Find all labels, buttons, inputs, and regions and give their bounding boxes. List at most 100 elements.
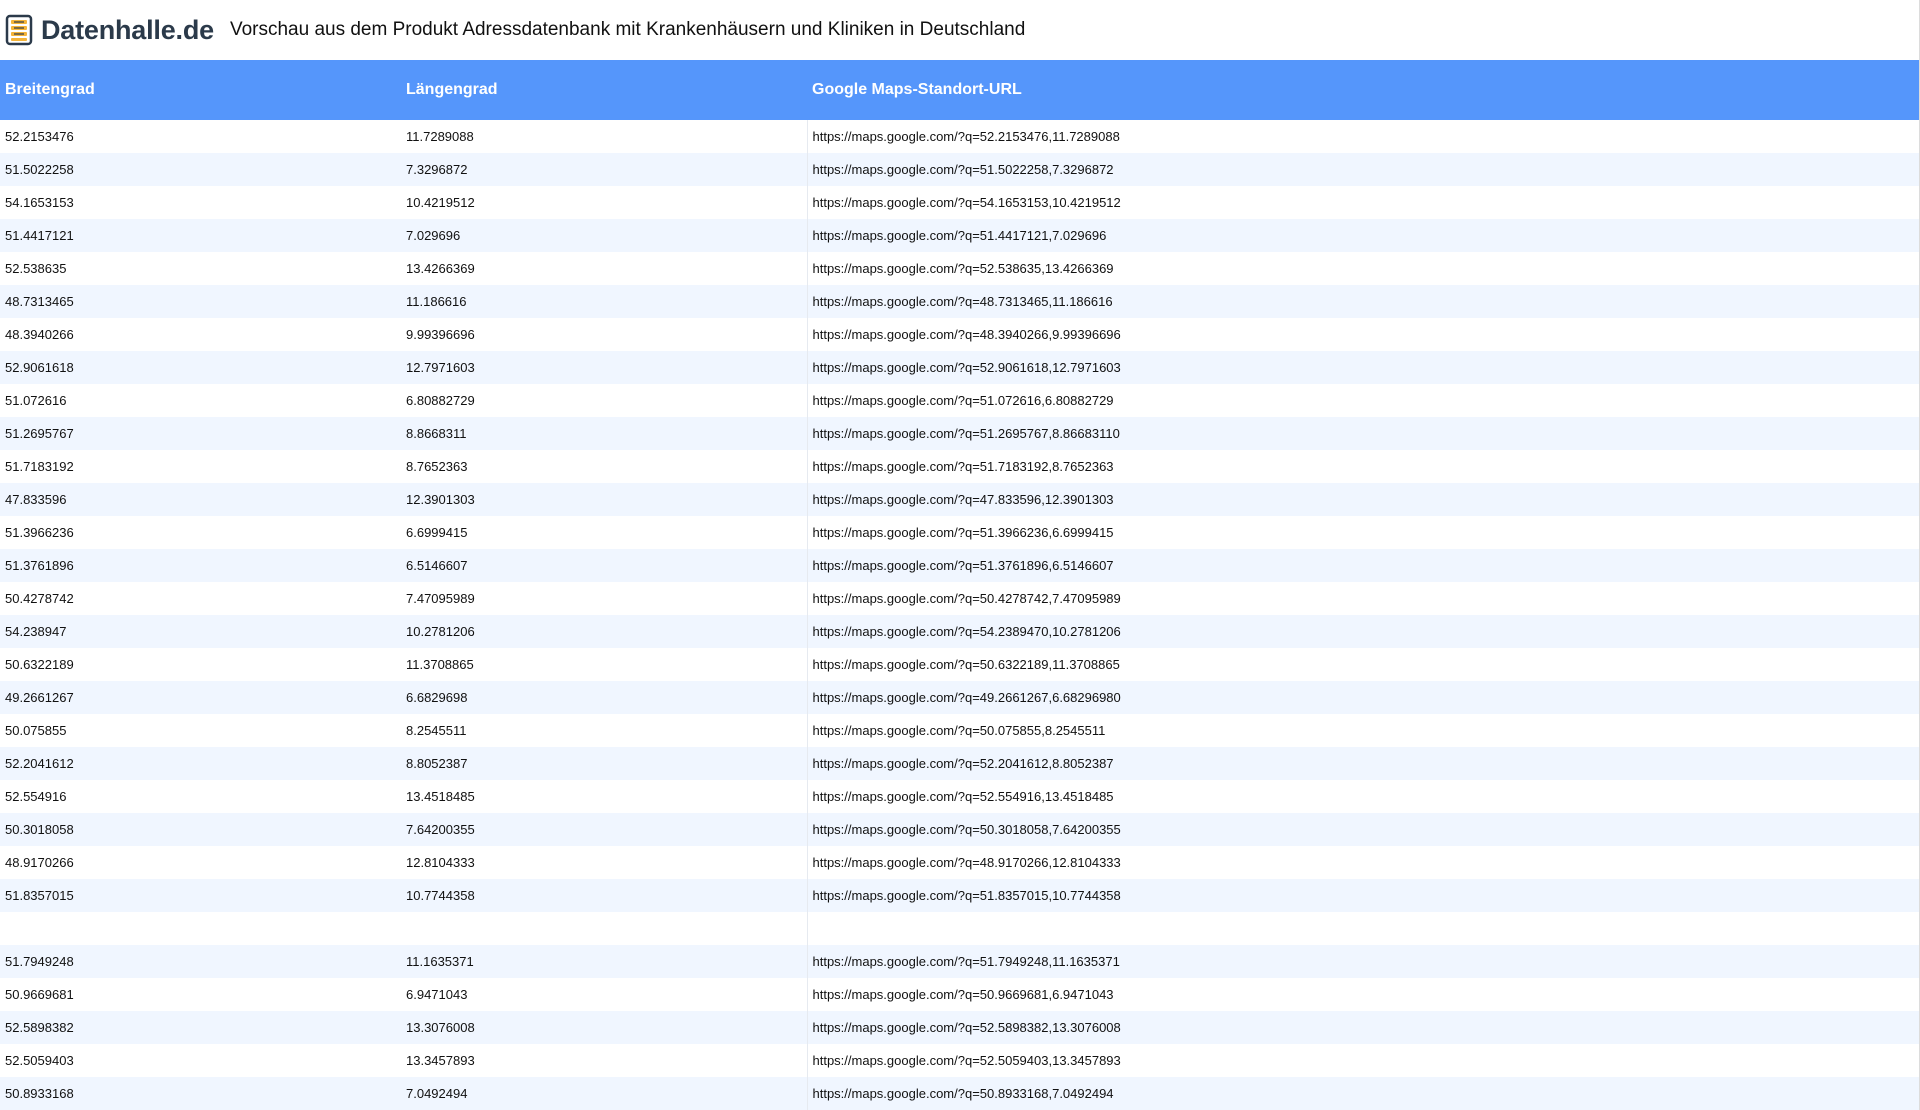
table-row: 50.8933168 7.0492494 https://maps.google.c…: [0, 1077, 1919, 1110]
cell-latitude: 51.7183192: [0, 450, 401, 483]
cell-maps-url[interactable]: https://maps.google.com/?q=51.3761896,6.…: [806, 549, 1919, 582]
page-title: Vorschau aus dem Produkt Adressdatenbank…: [229, 19, 1026, 40]
cell-maps-url[interactable]: https://maps.google.com/?q=50.3018058,7.…: [806, 813, 1919, 846]
cell-longitude: 6.80882729: [401, 384, 807, 417]
cell-maps-url[interactable]: https://maps.google.com/?q=50.8933168,7.…: [806, 1077, 1919, 1110]
cell-longitude: 6.5146607: [401, 549, 807, 582]
cell-maps-url[interactable]: https://maps.google.com/?q=51.3966236,6.…: [806, 516, 1919, 549]
table-row: 54.238947 10.2781206 https://maps.google.c…: [0, 615, 1919, 648]
cell-latitude: 49.2661267: [0, 681, 401, 714]
cell-latitude: 51.7949248: [0, 945, 401, 978]
cell-maps-url: [806, 912, 1919, 945]
table-row: 51.5022258 7.3296872 https://maps.google.c…: [0, 153, 1919, 186]
cell-maps-url[interactable]: https://maps.google.com/?q=48.9170266,12…: [806, 846, 1919, 879]
cell-maps-url[interactable]: https://maps.google.com/?q=51.072616,6.8…: [806, 384, 1919, 417]
table-row: 51.072616 6.80882729 https://maps.google.c…: [0, 384, 1919, 417]
cell-latitude: 52.5059403: [0, 1044, 401, 1077]
cell-latitude: 51.072616: [0, 384, 401, 417]
data-table-container: Breitengrad Längengrad Google Maps-Stand…: [0, 60, 1920, 1110]
cell-maps-url[interactable]: https://maps.google.com/?q=47.833596,12.…: [806, 483, 1919, 516]
cell-longitude: 9.99396696: [401, 318, 807, 351]
cell-maps-url[interactable]: https://maps.google.com/?q=52.2153476,11…: [806, 120, 1919, 153]
cell-longitude: 8.2545511: [401, 714, 807, 747]
cell-longitude: 11.7289088: [401, 120, 807, 153]
cell-longitude: 10.7744358: [401, 879, 807, 912]
table-row: 52.9061618 12.7971603 https://maps.google.…: [0, 351, 1919, 384]
cell-longitude: 8.7652363: [401, 450, 807, 483]
cell-latitude: 48.7313465: [0, 285, 401, 318]
table-row: 51.4417121 7.029696 https://maps.google.co…: [0, 219, 1919, 252]
cell-maps-url[interactable]: https://maps.google.com/?q=49.2661267,6.…: [806, 681, 1919, 714]
cell-maps-url[interactable]: https://maps.google.com/?q=54.2389470,10…: [806, 615, 1919, 648]
cell-maps-url[interactable]: https://maps.google.com/?q=52.5898382,13…: [806, 1011, 1919, 1044]
table-row: 47.833596 12.3901303 https://maps.google.c…: [0, 483, 1919, 516]
cell-longitude: 10.2781206: [401, 615, 807, 648]
cell-latitude: 52.2041612: [0, 747, 401, 780]
cell-latitude: 51.3966236: [0, 516, 401, 549]
cell-longitude: 7.3296872: [401, 153, 807, 186]
cell-maps-url[interactable]: https://maps.google.com/?q=50.075855,8.2…: [806, 714, 1919, 747]
table-row: 52.554916 13.4518485 https://maps.google.c…: [0, 780, 1919, 813]
cell-longitude: 7.029696: [401, 219, 807, 252]
cell-longitude: 13.3457893: [401, 1044, 807, 1077]
cell-longitude: 6.6829698: [401, 681, 807, 714]
logo[interactable]: Datenhalle.de: [5, 0, 214, 60]
cell-maps-url[interactable]: https://maps.google.com/?q=54.1653153,10…: [806, 186, 1919, 219]
cell-maps-url[interactable]: https://maps.google.com/?q=52.2041612,8.…: [806, 747, 1919, 780]
cell-longitude: 12.8104333: [401, 846, 807, 879]
table-header-row: Breitengrad Längengrad Google Maps-Stand…: [0, 60, 1919, 120]
cell-longitude: 6.9471043: [401, 978, 807, 1011]
cell-longitude: 10.4219512: [401, 186, 807, 219]
cell-maps-url[interactable]: https://maps.google.com/?q=52.554916,13.…: [806, 780, 1919, 813]
cell-maps-url[interactable]: https://maps.google.com/?q=50.4278742,7.…: [806, 582, 1919, 615]
table-row: 51.7949248 11.1635371 https://maps.google.…: [0, 945, 1919, 978]
cell-longitude: 11.3708865: [401, 648, 807, 681]
cell-latitude: 51.5022258: [0, 153, 401, 186]
column-header-maps-url[interactable]: Google Maps-Standort-URL: [807, 60, 1919, 120]
cell-longitude: 12.7971603: [401, 351, 807, 384]
cell-maps-url[interactable]: https://maps.google.com/?q=51.8357015,10…: [806, 879, 1919, 912]
table-row: 52.538635 13.4266369 https://maps.google.c…: [0, 252, 1919, 285]
data-table: Breitengrad Längengrad Google Maps-Stand…: [0, 60, 1919, 1110]
cell-longitude: 6.6999415: [401, 516, 807, 549]
cell-maps-url[interactable]: https://maps.google.com/?q=51.5022258,7.…: [806, 153, 1919, 186]
cell-longitude: 13.4266369: [401, 252, 807, 285]
cell-latitude: 52.538635: [0, 252, 401, 285]
cell-maps-url[interactable]: https://maps.google.com/?q=50.9669681,6.…: [806, 978, 1919, 1011]
column-header-longitude[interactable]: Längengrad: [401, 60, 807, 120]
table-row: 48.7313465 11.186616 https://maps.google.c…: [0, 285, 1919, 318]
cell-longitude: 12.3901303: [401, 483, 807, 516]
cell-latitude: 51.3761896: [0, 549, 401, 582]
cell-longitude: 8.8668311: [401, 417, 807, 450]
cell-maps-url[interactable]: https://maps.google.com/?q=51.4417121,7.…: [806, 219, 1919, 252]
cell-latitude: 52.5898382: [0, 1011, 401, 1044]
cell-longitude: 11.186616: [401, 285, 807, 318]
cell-maps-url[interactable]: https://maps.google.com/?q=52.9061618,12…: [806, 351, 1919, 384]
cell-longitude: 13.3076008: [401, 1011, 807, 1044]
table-row: 50.9669681 6.9471043 https://maps.google.c…: [0, 978, 1919, 1011]
cell-latitude: 50.3018058: [0, 813, 401, 846]
cell-latitude: [0, 912, 401, 945]
cell-latitude: 51.8357015: [0, 879, 401, 912]
table-row: 51.8357015 10.7744358 https://maps.google.…: [0, 879, 1919, 912]
cell-latitude: 51.4417121: [0, 219, 401, 252]
cell-maps-url[interactable]: https://maps.google.com/?q=48.3940266,9.…: [806, 318, 1919, 351]
cell-maps-url[interactable]: https://maps.google.com/?q=51.2695767,8.…: [806, 417, 1919, 450]
cell-latitude: 50.075855: [0, 714, 401, 747]
cell-maps-url[interactable]: https://maps.google.com/?q=51.7183192,8.…: [806, 450, 1919, 483]
cell-maps-url[interactable]: https://maps.google.com/?q=50.6322189,11…: [806, 648, 1919, 681]
cell-latitude: 54.1653153: [0, 186, 401, 219]
database-stack-icon: [5, 13, 37, 47]
top-bar: Datenhalle.de Vorschau aus dem Produkt A…: [0, 0, 1920, 60]
cell-maps-url[interactable]: https://maps.google.com/?q=52.538635,13.…: [806, 252, 1919, 285]
table-row: 51.3966236 6.6999415 https://maps.google.c…: [0, 516, 1919, 549]
cell-latitude: 47.833596: [0, 483, 401, 516]
column-header-latitude[interactable]: Breitengrad: [0, 60, 401, 120]
cell-maps-url[interactable]: https://maps.google.com/?q=52.5059403,13…: [806, 1044, 1919, 1077]
table-row: 52.5898382 13.3076008 https://maps.google.…: [0, 1011, 1919, 1044]
cell-latitude: 50.8933168: [0, 1077, 401, 1110]
cell-longitude: 11.1635371: [401, 945, 807, 978]
cell-maps-url[interactable]: https://maps.google.com/?q=51.7949248,11…: [806, 945, 1919, 978]
cell-maps-url[interactable]: https://maps.google.com/?q=48.7313465,11…: [806, 285, 1919, 318]
cell-longitude: [401, 912, 807, 945]
